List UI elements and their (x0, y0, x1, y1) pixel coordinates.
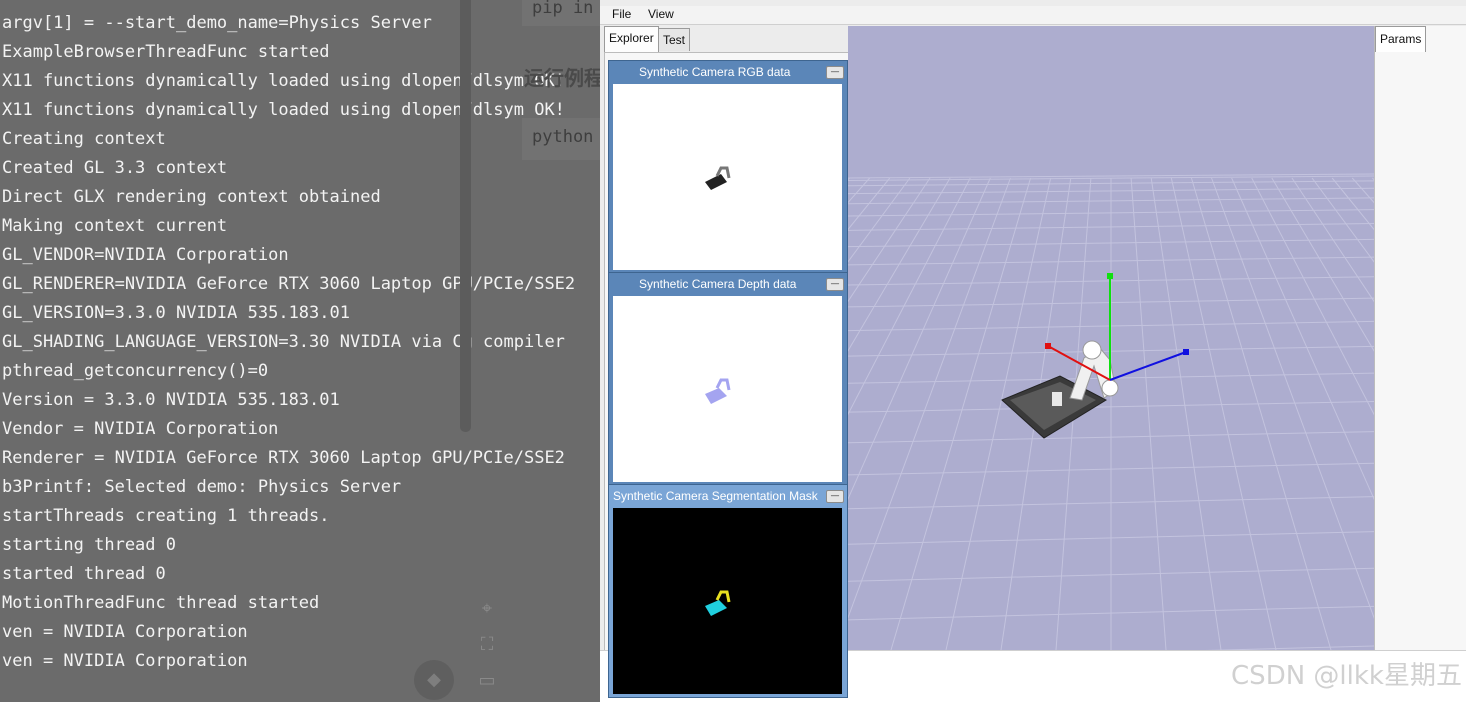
z-axis-tip (1183, 349, 1189, 355)
rgb-thumbnail (705, 166, 731, 190)
watermark: CSDN @llkk星期五 (1231, 661, 1462, 691)
terminal-line: GL_VENDOR=NVIDIA Corporation (2, 245, 289, 265)
screen-icon[interactable]: ▭ (476, 670, 498, 692)
terminal-line: Direct GLX rendering context obtained (2, 187, 381, 207)
ground-grid (848, 173, 1374, 650)
x-axis-tip (1045, 343, 1051, 349)
terminal-line: GL_SHADING_LANGUAGE_VERSION=3.30 NVIDIA … (2, 332, 565, 352)
ai-assistant-icon[interactable]: ◆ (414, 660, 454, 700)
tray-object-shape (1052, 392, 1062, 406)
grid-line (848, 177, 971, 416)
blog-code-text: python (532, 127, 594, 147)
terminal-line: pthread_getconcurrency()=0 (2, 361, 269, 381)
terminal-line: Version = 3.3.0 NVIDIA 535.183.01 (2, 390, 340, 410)
viewport-scene (848, 173, 1374, 650)
y-axis-tip (1107, 273, 1113, 279)
terminal-line: GL_RENDERER=NVIDIA GeForce RTX 3060 Lapt… (2, 274, 576, 294)
grid-line (1170, 177, 1277, 650)
blog-heading: 运行例程 (524, 66, 604, 90)
grid-line (1331, 177, 1374, 231)
grid-line (1150, 177, 1222, 650)
tab-explorer[interactable]: Explorer (604, 26, 659, 52)
robot-joint-shape (1082, 340, 1102, 360)
terminal-line: X11 functions dynamically loaded using d… (2, 71, 565, 91)
grid-line (890, 177, 1032, 650)
grid-line (1211, 177, 1374, 619)
menu-view[interactable]: View (648, 7, 674, 21)
terminal-line: Created GL 3.3 context (2, 158, 228, 178)
rgb-tray-shape (705, 174, 727, 190)
grid-line (1291, 177, 1374, 303)
terminal-line: Vendor = NVIDIA Corporation (2, 419, 279, 439)
tab-params[interactable]: Params (1375, 26, 1427, 52)
grid-line (1311, 177, 1374, 263)
menu-bar: File View (600, 6, 1466, 25)
depth-tray-shape (705, 388, 727, 404)
terminal-line: startThreads creating 1 threads. (2, 506, 330, 526)
robot-joint-shape (1101, 379, 1119, 397)
terminal-line: argv[1] = --start_demo_name=Physics Serv… (2, 13, 432, 33)
grid-line (1130, 177, 1167, 650)
terminal-scrollbar[interactable] (460, 0, 471, 432)
depth-camera-view (613, 296, 842, 482)
grid-line (1190, 177, 1332, 650)
segmentation-camera-window[interactable]: Synthetic Camera Segmentation Mask — (608, 484, 848, 698)
grid-line (1351, 177, 1374, 204)
left-tab-bar: Explorer Test (600, 26, 850, 52)
minimize-icon[interactable]: — (826, 490, 844, 503)
segmentation-thumbnail (705, 590, 731, 616)
robot-scene (1001, 340, 1119, 439)
terminal-line: Making context current (2, 216, 228, 236)
grid-line (848, 177, 891, 231)
seg-tray-shape (705, 600, 727, 616)
fit-view-icon[interactable]: ⛶ (476, 634, 498, 656)
rgb-camera-view (613, 84, 842, 270)
rgb-camera-title: Synthetic Camera RGB data (639, 65, 791, 79)
depth-thumbnail (705, 378, 731, 404)
terminal-line: GL_VERSION=3.3.0 NVIDIA 535.183.01 (2, 303, 350, 323)
grid-line (1251, 177, 1374, 416)
rgb-camera-window[interactable]: Synthetic Camera RGB data — (608, 60, 848, 274)
segmentation-camera-title: Synthetic Camera Segmentation Mask (613, 489, 818, 503)
grid-line (1271, 177, 1374, 352)
minimize-icon[interactable]: — (826, 66, 844, 79)
depth-camera-window[interactable]: Synthetic Camera Depth data — (608, 272, 848, 486)
segmentation-camera-view (613, 508, 842, 694)
terminal-line: b3Printf: Selected demo: Physics Server (2, 477, 402, 497)
tab-test[interactable]: Test (658, 28, 691, 51)
physics-server-window[interactable]: File View Explorer Test Params Synthetic… (600, 0, 1466, 702)
terminal-line: started thread 0 (2, 564, 166, 584)
params-panel: Params (1374, 26, 1466, 650)
terminal-output: argv[1] = --start_demo_name=Physics Serv… (2, 9, 575, 676)
grid-line (848, 177, 871, 204)
terminal-line: Creating context (2, 129, 166, 149)
terminal-line: ExampleBrowserThreadFunc started (2, 42, 330, 62)
grid-line (1231, 177, 1374, 501)
z-axis-line (1109, 351, 1187, 381)
minimize-icon[interactable]: — (826, 278, 844, 291)
terminal-line: Renderer = NVIDIA GeForce RTX 3060 Lapto… (2, 448, 565, 468)
blog-code-text: pip in (532, 0, 594, 18)
terminal-window[interactable]: argv[1] = --start_demo_name=Physics Serv… (0, 0, 600, 702)
3d-viewport[interactable] (848, 26, 1374, 650)
crosshair-icon[interactable]: ⌖ (476, 598, 498, 620)
menu-file[interactable]: File (612, 7, 631, 21)
terminal-line: X11 functions dynamically loaded using d… (2, 100, 565, 120)
terminal-line: starting thread 0 (2, 535, 176, 555)
depth-camera-title: Synthetic Camera Depth data (639, 277, 797, 291)
grid-line (848, 173, 1374, 179)
grid-line (848, 177, 911, 263)
